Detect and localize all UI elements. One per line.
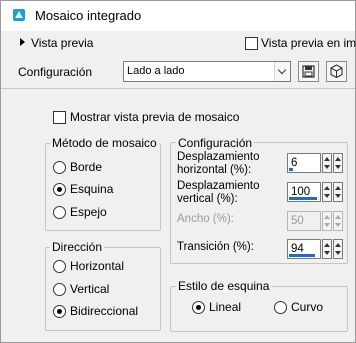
floppy-disk-icon [302,65,315,78]
arrow-down-icon [324,223,330,227]
radio-esquina[interactable] [53,183,66,196]
offset-horizontal-spinner[interactable]: 6 [287,153,343,173]
radio-espejo-label: Espejo [70,205,107,219]
arrow-up-icon [335,243,341,247]
width-label: Ancho (%): [177,213,234,225]
preview-toggle[interactable]: Vista previa [31,36,93,50]
offset-horizontal-bar [289,168,293,171]
radio-horizontal-label: Horizontal [70,259,125,273]
offset-horizontal-label: Desplazamiento horizontal (%): [177,151,260,176]
radio-vertical-label: Vertical [70,282,110,296]
save-preset-button[interactable] [298,61,319,82]
transition-bar [289,254,315,257]
width-spinner: 50 [287,211,343,231]
radio-borde[interactable] [53,161,66,174]
offset-vertical-bar [289,197,317,200]
corner-style-title: Estilo de esquina [176,279,272,293]
arrow-up-icon [335,157,341,161]
transition-spinner[interactable]: 94 [287,239,343,259]
radio-borde-label: Borde [70,160,103,174]
app-icon [13,9,25,21]
arrow-down-icon [335,223,341,227]
radio-bidireccional[interactable] [53,305,66,318]
arrow-down-icon [324,194,330,198]
radio-lineal-label: Lineal [209,300,242,314]
arrow-up-icon [335,186,341,190]
spin-up-down-button[interactable] [322,153,332,173]
radio-espejo[interactable] [53,206,66,219]
spin-step-button [333,211,343,231]
spin-step-button[interactable] [333,239,343,259]
preview-in-image-checkbox[interactable] [245,37,258,50]
preset-dropdown[interactable]: Lado a lado [123,61,291,82]
cube-icon [330,64,343,79]
radio-bidireccional-label: Bidireccional [70,304,139,318]
radio-esquina-label: Esquina [70,182,114,196]
show-mosaic-checkbox[interactable] [53,111,66,124]
arrow-up-icon [324,243,330,247]
spin-up-down-button[interactable] [322,182,332,202]
arrow-down-icon [324,251,330,255]
preset-label: Configuración [18,65,93,79]
spin-step-button[interactable] [333,153,343,173]
width-input: 50 [287,211,321,231]
offset-vertical-label: Desplazamiento vertical (%): [177,180,260,205]
arrow-up-icon [324,215,330,219]
chevron-down-icon [277,65,287,75]
radio-curvo[interactable] [274,301,287,314]
settings-title: Configuración [176,136,255,150]
arrow-up-icon [324,157,330,161]
preset-value: Lado a lado [127,65,185,77]
reset-button[interactable] [326,61,347,82]
radio-lineal[interactable] [192,301,205,314]
dropdown-button[interactable] [274,62,290,81]
arrow-down-icon [335,194,341,198]
show-mosaic-label: Mostrar vista previa de mosaico [70,110,240,124]
spin-up-down-button[interactable] [322,239,332,259]
preview-in-image-label: Vista previa en ima [261,36,356,50]
arrow-up-icon [324,186,330,190]
arrow-down-icon [335,165,341,169]
arrow-down-icon [335,251,341,255]
transition-label: Transición (%): [177,241,254,253]
spin-up-down-button [322,211,332,231]
arrow-down-icon [324,165,330,169]
radio-vertical[interactable] [53,283,66,296]
spin-step-button[interactable] [333,182,343,202]
radio-horizontal[interactable] [53,260,66,273]
window-title: Mosaico integrado [35,8,142,23]
tile-method-title: Método de mosaico [50,136,159,150]
direction-title: Dirección [50,240,105,254]
expand-arrow-icon[interactable] [20,38,25,46]
arrow-up-icon [335,215,341,219]
offset-vertical-spinner[interactable]: 100 [287,182,343,202]
radio-curvo-label: Curvo [291,300,324,314]
